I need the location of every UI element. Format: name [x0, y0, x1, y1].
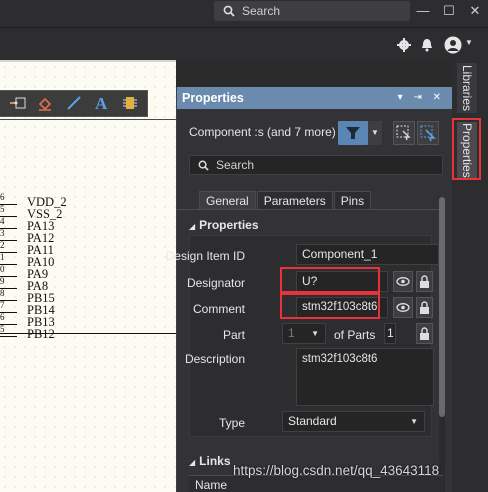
selection-summary: Component :s (and 7 more) — [189, 125, 336, 139]
watermark-text: https://blog.csdn.net/qq_43643118 — [233, 463, 440, 478]
lock-icon — [420, 275, 429, 288]
search-icon — [223, 5, 235, 17]
filter-button[interactable] — [338, 121, 368, 145]
top-right-toolbar: ▼ — [0, 28, 488, 60]
part-label: Part — [222, 328, 245, 342]
designator-label: Designator — [186, 276, 245, 290]
bell-icon[interactable] — [419, 37, 435, 53]
chevron-down-icon: ▼ — [410, 417, 418, 426]
minimize-button[interactable]: — — [410, 1, 436, 21]
designator-lock-button[interactable] — [416, 271, 433, 292]
tab-libraries[interactable]: Libraries — [457, 63, 477, 113]
type-value: Standard — [288, 414, 337, 428]
panel-tabs: General Parameters Pins — [199, 191, 372, 210]
tab-parameters[interactable]: Parameters — [256, 191, 333, 210]
tab-pins[interactable]: Pins — [333, 191, 372, 210]
type-label: Type — [218, 416, 245, 430]
eraser-icon[interactable] — [37, 95, 53, 111]
pin-row: 5 PB12 — [0, 324, 55, 341]
description-field[interactable]: stm32f103c8t6 — [296, 348, 434, 406]
title-bar: Search — ☐ ✕ — [0, 0, 488, 27]
of-parts-value: 1 — [384, 323, 396, 344]
side-panel-strip: Libraries Properties — [452, 60, 488, 492]
part-value: 1 — [288, 326, 295, 340]
comment-visibility-button[interactable] — [393, 297, 413, 318]
active-bar-toolbar: A — [0, 90, 148, 117]
collapse-triangle-icon: ◢ — [189, 458, 196, 467]
lock-icon — [420, 327, 429, 340]
section-properties-label: Properties — [199, 218, 259, 232]
description-label: Description — [184, 352, 245, 366]
lock-icon — [420, 301, 429, 314]
part-lock-button[interactable] — [416, 323, 433, 344]
panel-search-placeholder: Search — [216, 158, 255, 172]
of-parts-label: of Parts — [334, 328, 376, 342]
select-mode-button[interactable] — [393, 121, 415, 145]
designator-highlight — [280, 267, 380, 293]
chevron-down-icon[interactable]: ▼ — [465, 38, 473, 47]
design-item-id-field[interactable]: Component_1 — [296, 244, 439, 265]
section-links-label: Links — [199, 454, 231, 468]
section-links-header[interactable]: ◢ Links — [189, 454, 231, 468]
panel-title: Properties — [182, 91, 244, 105]
place-port-icon[interactable] — [10, 95, 26, 111]
schematic-canvas[interactable]: 6 VDD_2 5 VSS_2 4 PA13 3 PA12 2 PA11 1 PA10 0P… — [0, 62, 176, 492]
design-item-id-label: Design Item ID — [165, 249, 245, 263]
wire-line — [0, 333, 176, 334]
user-avatar-icon[interactable] — [444, 36, 462, 54]
close-button[interactable]: ✕ — [462, 1, 488, 21]
chevron-down-icon: ▼ — [311, 329, 319, 338]
tab-underline — [177, 209, 439, 210]
filter-dropdown-button[interactable]: ▼ — [368, 121, 382, 145]
properties-group: Design Item ID Component_1 Designator U?… — [166, 235, 439, 437]
search-placeholder: Search — [242, 4, 281, 18]
search-icon — [198, 160, 209, 171]
tab-general[interactable]: General — [199, 191, 256, 210]
designator-visibility-button[interactable] — [393, 271, 413, 292]
comment-lock-button[interactable] — [416, 297, 433, 318]
select-touching-button[interactable] — [417, 121, 439, 145]
type-select[interactable]: Standard ▼ — [282, 411, 425, 432]
canvas-divider — [0, 119, 176, 120]
gear-icon[interactable] — [396, 37, 412, 53]
collapse-triangle-icon: ◢ — [189, 222, 196, 231]
place-part-icon[interactable] — [122, 95, 138, 111]
comment-label: Comment — [192, 302, 245, 316]
pin-label: PB12 — [27, 327, 55, 341]
eye-icon — [396, 277, 410, 286]
funnel-icon — [346, 127, 360, 139]
maximize-button[interactable]: ☐ — [436, 1, 462, 21]
global-search-box[interactable]: Search — [214, 1, 410, 21]
properties-panel: Properties ▾ ⇥ ✕ Component :s (and 7 mor… — [166, 87, 453, 492]
eye-icon — [396, 303, 410, 312]
part-select[interactable]: 1 ▼ — [282, 323, 326, 344]
section-properties-header[interactable]: ◢ Properties — [189, 218, 259, 232]
select-cursor-icon — [420, 125, 436, 142]
panel-header-controls[interactable]: ▾ ⇥ ✕ — [398, 87, 445, 109]
panel-search-input[interactable]: Search — [189, 155, 443, 175]
panel-header: Properties ▾ ⇥ ✕ — [177, 87, 453, 109]
properties-tab-highlight — [452, 118, 481, 180]
select-inside-icon — [396, 125, 411, 141]
svg-text:A: A — [95, 94, 108, 110]
panel-scrollbar-thumb[interactable] — [439, 197, 445, 417]
comment-highlight — [280, 293, 380, 319]
place-line-icon[interactable] — [66, 95, 82, 111]
place-text-icon[interactable]: A — [94, 94, 110, 110]
